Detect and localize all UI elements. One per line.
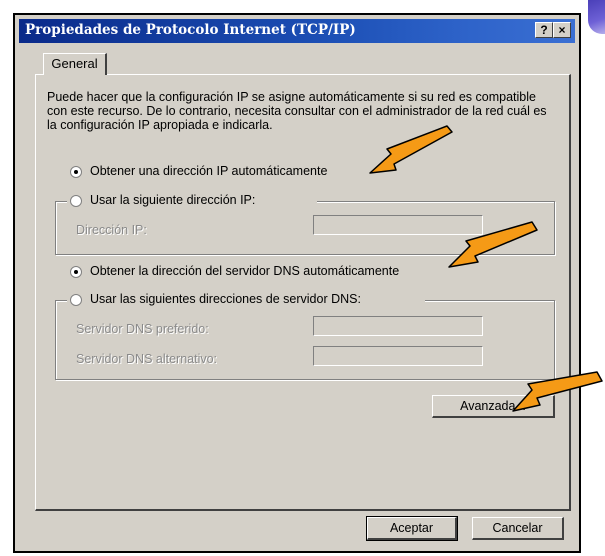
- tab-general[interactable]: General: [43, 53, 107, 75]
- arrow-icon: [448, 221, 538, 268]
- arrow-icon: [512, 371, 603, 412]
- annotation-arrows: [369, 125, 603, 412]
- arrow-icon: [369, 125, 453, 174]
